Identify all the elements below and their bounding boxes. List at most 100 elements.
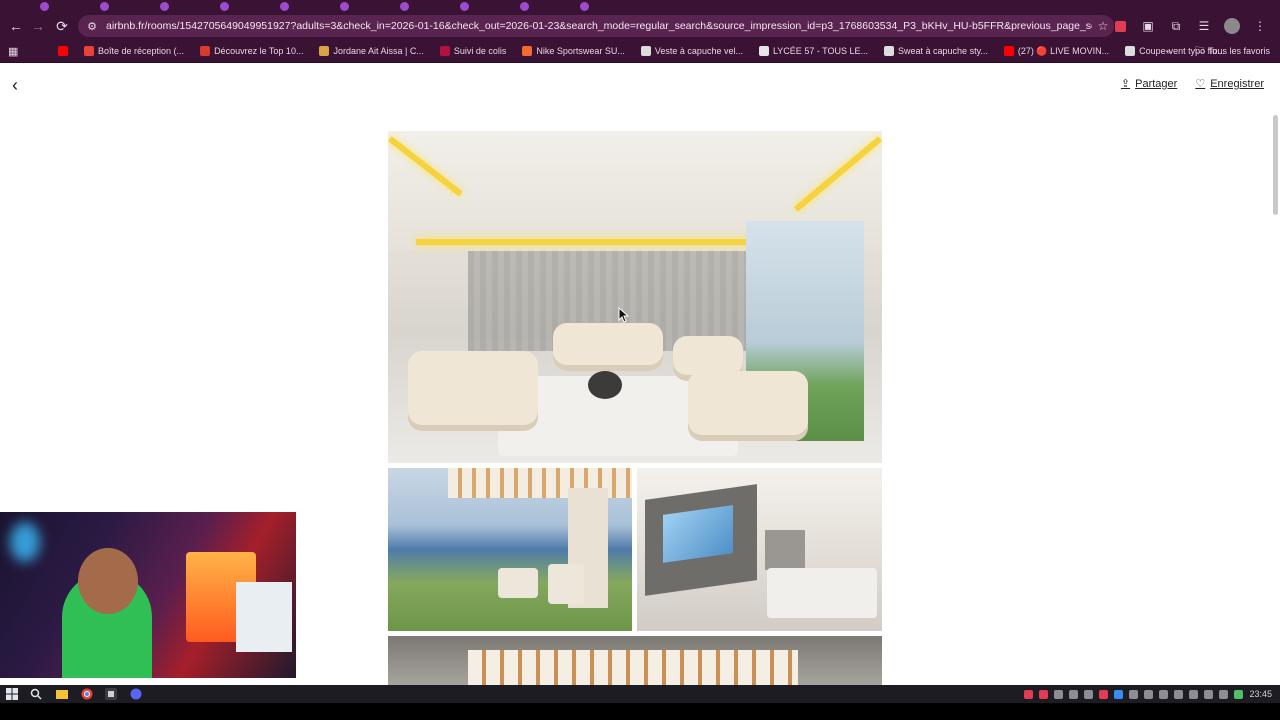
- chrome-icon[interactable]: [81, 688, 93, 700]
- browser-tab[interactable]: [520, 0, 529, 12]
- toolbar-actions: ▣ ⧉ ☰ ⋮: [1110, 16, 1270, 36]
- photo-terrace[interactable]: [388, 468, 632, 631]
- bookmark-item[interactable]: (27) 🔴 LIVE MOVIN...: [1003, 45, 1110, 57]
- bookmark-label: Sweat à capuche sty...: [898, 46, 988, 56]
- bookmark-label: Suivi de colis: [453, 46, 507, 56]
- reading-list-icon[interactable]: ☰: [1194, 16, 1214, 36]
- mic-icon[interactable]: [1024, 689, 1034, 699]
- extension-icon[interactable]: ▣: [1138, 16, 1158, 36]
- photo-sofa: [408, 351, 538, 431]
- windows-start-icon[interactable]: [6, 688, 18, 700]
- site-info-icon[interactable]: ⚙: [82, 20, 102, 33]
- browser-tab[interactable]: [220, 0, 229, 12]
- save-button[interactable]: ♡ Enregistrer: [1195, 77, 1264, 91]
- forward-arrow-icon[interactable]: →: [28, 16, 48, 36]
- bookmark-label: Boîte de réception (...: [98, 46, 185, 56]
- photo-awning-detail[interactable]: [388, 636, 882, 685]
- bookmark-item[interactable]: LYCÉE 57 - TOUS LE...: [758, 46, 869, 56]
- bookmark-item[interactable]: Jordane Ait Aissa | C...: [319, 46, 424, 56]
- share-label: Partager: [1135, 77, 1178, 90]
- apps-grid-icon[interactable]: ▦: [8, 45, 22, 58]
- browser-tab[interactable]: [160, 0, 169, 12]
- tray-app-icon[interactable]: [1129, 689, 1139, 699]
- photo-awning-stripes: [468, 650, 798, 685]
- bluetooth-icon[interactable]: [1114, 689, 1124, 699]
- back-arrow-icon[interactable]: ←: [6, 16, 26, 36]
- url-text[interactable]: airbnb.fr/rooms/1542705649049951927?adul…: [102, 20, 1092, 32]
- browser-tab[interactable]: [40, 0, 49, 12]
- webcam-light: [10, 522, 40, 562]
- tray-app-icon[interactable]: [1189, 689, 1199, 699]
- menu-dots-icon[interactable]: ⋮: [1250, 16, 1270, 36]
- browser-tab[interactable]: [280, 0, 289, 12]
- browser-tab[interactable]: [460, 0, 469, 12]
- browser-tab[interactable]: [580, 0, 589, 12]
- app-icon[interactable]: [105, 688, 117, 700]
- tray-app-icon[interactable]: [1174, 689, 1184, 699]
- network-icon[interactable]: [1144, 689, 1154, 699]
- webcam-monitor: [236, 582, 292, 652]
- clock[interactable]: 23:45: [1249, 689, 1272, 699]
- webcam-person-head: [78, 548, 138, 614]
- reload-icon[interactable]: ⟳: [52, 16, 72, 36]
- photo-coffee-table: [588, 371, 622, 399]
- more-bookmarks-chevron-icon[interactable]: »: [1166, 46, 1171, 56]
- photo-doorway: [765, 530, 805, 570]
- tray-app-icon[interactable]: [1219, 689, 1229, 699]
- search-icon[interactable]: [30, 688, 42, 700]
- save-label: Enregistrer: [1210, 77, 1264, 90]
- profile-avatar[interactable]: [1222, 16, 1242, 36]
- back-chevron-icon[interactable]: ‹: [12, 75, 18, 96]
- photo-chair: [548, 564, 584, 604]
- tray-app-icon[interactable]: [1069, 689, 1079, 699]
- bookmark-label: Jordane Ait Aissa | C...: [333, 46, 424, 56]
- all-bookmarks-label: Tous les favoris: [1207, 46, 1270, 56]
- photo-tv-screen: [663, 505, 733, 563]
- tray-app-icon[interactable]: [1054, 689, 1064, 699]
- taskbar: 23:45: [0, 685, 1280, 703]
- tray-app-icon[interactable]: [1039, 689, 1049, 699]
- volume-icon[interactable]: [1204, 689, 1214, 699]
- bookmark-item[interactable]: Sweat à capuche sty...: [884, 46, 988, 56]
- tray-app-icon[interactable]: [1234, 689, 1244, 699]
- bookmark-label: (27) 🔴 LIVE MOVIN...: [1017, 45, 1110, 56]
- address-bar[interactable]: ⚙ airbnb.fr/rooms/1542705649049951927?ad…: [78, 15, 1114, 37]
- extensions-puzzle-icon[interactable]: ⧉: [1166, 16, 1186, 36]
- discord-icon[interactable]: [130, 688, 142, 700]
- photo-bed: [767, 568, 877, 618]
- bookmark-item[interactable]: Suivi de colis: [439, 46, 507, 56]
- bookmark-item[interactable]: Nike Sportswear SU...: [522, 46, 625, 56]
- photo-chair: [498, 568, 538, 598]
- tray-app-icon[interactable]: [1099, 689, 1109, 699]
- bookmark-item[interactable]: Veste à capuche vel...: [640, 46, 743, 56]
- bookmark-label: Découvrez le Top 10...: [214, 46, 304, 56]
- listing-actions: ⇪ Partager ♡ Enregistrer: [1120, 77, 1264, 91]
- photo-armchair: [688, 371, 808, 441]
- tab-strip: [0, 0, 1280, 12]
- browser-tab[interactable]: [340, 0, 349, 12]
- browser-tab[interactable]: [400, 0, 409, 12]
- share-button[interactable]: ⇪ Partager: [1120, 77, 1178, 91]
- page-scrollbar[interactable]: [1273, 115, 1278, 215]
- photo-living-room[interactable]: [388, 131, 882, 463]
- bookmark-item[interactable]: Découvrez le Top 10...: [200, 46, 303, 56]
- all-bookmarks-folder[interactable]: 🗀 Tous les favoris: [1195, 43, 1270, 59]
- bookmark-youtube[interactable]: [58, 46, 68, 56]
- photo-bedroom[interactable]: [637, 468, 882, 631]
- photo-sofa: [553, 323, 663, 371]
- webcam-overlay: [0, 512, 296, 678]
- bookmarks-bar: ▦ Boîte de réception (... Découvrez le T…: [0, 40, 1280, 63]
- bookmark-label: Veste à capuche vel...: [654, 46, 743, 56]
- tray-app-icon[interactable]: [1084, 689, 1094, 699]
- bookmark-label: LYCÉE 57 - TOUS LE...: [772, 46, 869, 56]
- mouse-cursor-icon: [618, 307, 630, 323]
- browser-toolbar: ← → ⟳ ⚙ airbnb.fr/rooms/1542705649049951…: [0, 12, 1280, 40]
- bookmark-item[interactable]: Boîte de réception (...: [84, 46, 184, 56]
- tray-app-icon[interactable]: [1159, 689, 1169, 699]
- browser-tab[interactable]: [100, 0, 109, 12]
- file-explorer-icon[interactable]: [56, 688, 68, 700]
- folder-icon: 🗀: [1194, 45, 1204, 55]
- share-icon: ⇪: [1120, 78, 1131, 90]
- extension-icon[interactable]: [1110, 16, 1130, 36]
- bookmarks-right: » 🗀 Tous les favoris: [1166, 40, 1270, 62]
